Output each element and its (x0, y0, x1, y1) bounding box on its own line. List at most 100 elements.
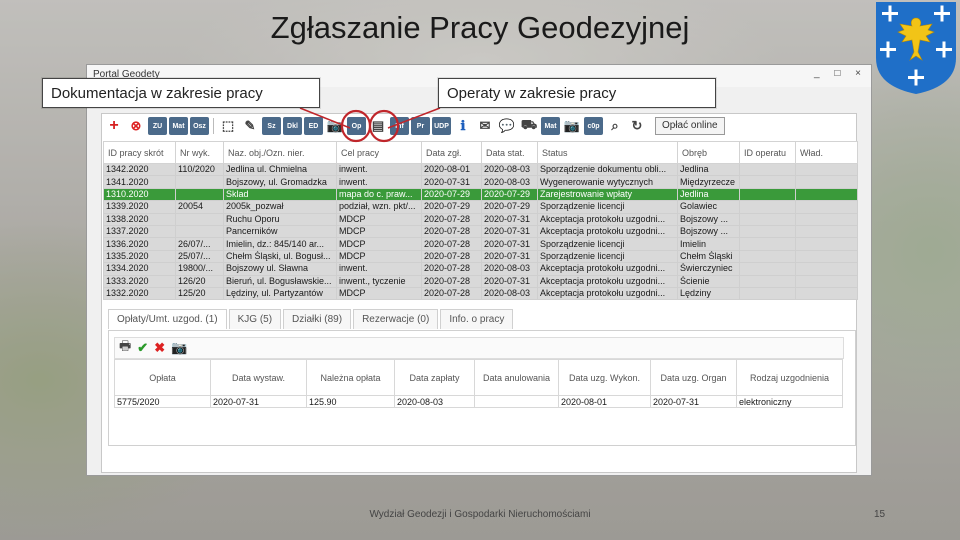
column-header[interactable]: Rodzaj uzgodnienia (736, 359, 843, 396)
table-cell: elektroniczny (736, 395, 843, 408)
sheet-icon[interactable]: ▤ (368, 116, 388, 136)
table-row[interactable]: 1341.2020 Bojszowy, ul. Gromadzka inwent. 2… (103, 175, 858, 189)
tab-parcels[interactable]: Działki (89) (283, 309, 352, 329)
table-cell: 2020-07-28 (421, 286, 482, 301)
table-cell: Bojszowy ul. Sławna (223, 262, 337, 276)
table-cell: Akceptacja protokołu uzgodni... (537, 286, 678, 301)
table-cell: MDCP (336, 224, 422, 239)
table-cell: 1310.2020 (103, 187, 176, 202)
toolbar-button-pr[interactable]: Pr (411, 117, 430, 135)
edit-selection-icon[interactable]: ✎ (240, 116, 260, 136)
column-header[interactable]: Opłata (114, 359, 211, 396)
table-cell (795, 175, 858, 189)
table-row[interactable]: 1342.2020 110/2020 Jedlina ul. Chmielna inw… (103, 162, 858, 177)
column-header[interactable]: Naz. obj./Ozn. nier. (223, 141, 337, 164)
table-cell: 2020-07-31 (481, 249, 538, 264)
column-header[interactable]: Data zgł. (421, 141, 482, 164)
info-icon[interactable]: ℹ (453, 116, 473, 136)
delete-icon[interactable]: ⊗ (126, 116, 146, 136)
pay-online-button[interactable]: Opłać online (655, 117, 725, 135)
column-header[interactable]: Data zapłaty (394, 359, 475, 396)
table-cell (795, 249, 858, 264)
table-cell: inwent. (336, 175, 422, 189)
toolbar-button-mat2[interactable]: Mat (541, 117, 560, 135)
toolbar-button-zu[interactable]: ZU (148, 117, 167, 135)
documentation-camera-icon[interactable]: 📷 (325, 116, 345, 136)
chat-icon[interactable]: 💬 (497, 116, 517, 136)
coat-of-arms-icon (876, 2, 956, 94)
table-row[interactable]: 1334.2020 19800/... Bojszowy ul. Sławna inw… (103, 262, 858, 276)
detail-tabs: Opłaty/Umt. uzgod. (1) KJG (5) Działki (… (108, 309, 515, 329)
tab-payments[interactable]: Opłaty/Umt. uzgod. (1) (108, 309, 227, 329)
binoculars-icon[interactable]: ⌕ (605, 116, 625, 136)
column-header[interactable]: Cel pracy (336, 141, 422, 164)
table-cell (795, 237, 858, 251)
table-cell: 2020-07-28 (421, 212, 482, 226)
mail-icon[interactable]: ✉ (475, 116, 495, 136)
column-header[interactable]: Wład. (795, 141, 858, 164)
slide-footer: Wydział Geodezji i Gospodarki Nieruchomo… (369, 509, 591, 520)
toolbar-button-mat[interactable]: Mat (169, 117, 188, 135)
column-header[interactable]: ID operatu (739, 141, 796, 164)
column-header[interactable]: Data wystaw. (210, 359, 307, 396)
table-cell: Akceptacja protokołu uzgodni... (537, 212, 678, 226)
toolbar-button-sz[interactable]: Sz (262, 117, 281, 135)
table-row[interactable]: 1335.2020 25/07/... Chełm Śląski, ul. Bogu… (103, 249, 858, 264)
table-cell: 1339.2020 (103, 200, 176, 214)
table-cell: 5775/2020 (114, 395, 211, 408)
print-icon[interactable]: 🖶 (119, 337, 131, 359)
table-row[interactable]: 1338.2020 Ruchu Oporu MDCP 2020-07-28 2020-0… (103, 212, 858, 226)
tab-kjg[interactable]: KJG (5) (228, 309, 282, 329)
table-cell (795, 224, 858, 239)
toolbar-button-dkl[interactable]: Dkl (283, 117, 302, 135)
check-icon[interactable]: ✔ (137, 340, 148, 356)
column-header[interactable]: Data stat. (481, 141, 538, 164)
refresh-icon[interactable]: ↻ (627, 116, 647, 136)
column-header[interactable]: Data uzg. Organ (650, 359, 737, 396)
truck-icon[interactable]: ⛟ (519, 116, 539, 136)
column-header[interactable]: Status (537, 141, 678, 164)
window-controls[interactable]: _ □ × (814, 68, 867, 79)
table-cell: Międzyrzecze (677, 175, 740, 189)
column-header[interactable]: Nr wyk. (175, 141, 224, 164)
works-table: ID pracy skrót Nr wyk. Naz. obj./Ozn. ni… (103, 141, 858, 301)
column-header[interactable]: ID pracy skrót (103, 141, 176, 164)
selection-icon[interactable]: ⬚ (218, 116, 238, 136)
table-cell: Jedlina (677, 187, 740, 202)
add-icon[interactable]: + (104, 116, 124, 136)
close-icon[interactable]: ✖ (154, 340, 165, 356)
table-cell: Wygenerowanie wytycznych (537, 175, 678, 189)
table-row[interactable]: 1332.2020 125/20 Lędziny, ul. Partyzantów M… (103, 286, 858, 301)
table-cell: 1338.2020 (103, 212, 176, 226)
table-cell (795, 274, 858, 288)
table-row[interactable]: 1336.2020 26/07/... Imielin, dz.: 845/140 … (103, 237, 858, 251)
column-header[interactable]: Obręb (677, 141, 740, 164)
table-row[interactable]: 5775/2020 2020-07-31 125.90 2020-08-03 2020-… (114, 395, 843, 408)
table-row[interactable]: 1339.2020 20054 2005k_pozwał podział, wzn. … (103, 200, 858, 214)
table-row[interactable]: 1337.2020 Pancerników MDCP 2020-07-28 2020-0… (103, 224, 858, 239)
toolbar-button-c0p[interactable]: c0p (584, 117, 603, 135)
table-cell (795, 200, 858, 214)
table-row[interactable]: 1333.2020 126/20 Bieruń, ul. Bogusławskie.… (103, 274, 858, 288)
toolbar-button-inf[interactable]: Inf (390, 117, 409, 135)
table-cell: podział, wzn. pkt/... (336, 200, 422, 214)
column-header[interactable]: Należna opłata (306, 359, 395, 396)
table-cell: 25/07/... (175, 249, 224, 264)
toolbar-button-ed[interactable]: ED (304, 117, 323, 135)
table-row[interactable]: 1310.2020 Sklad mapa do c. praw... 2020-07-… (103, 187, 858, 202)
toolbar-button-udp[interactable]: UDP (432, 117, 451, 135)
table-cell: mapa do c. praw... (336, 187, 422, 202)
toolbar-button-op[interactable]: Op (347, 117, 366, 135)
toolbar-button-osz[interactable]: Osz (190, 117, 209, 135)
camera-icon[interactable]: 📷 (171, 340, 187, 356)
column-header[interactable]: Data uzg. Wykon. (558, 359, 651, 396)
table-cell (739, 175, 796, 189)
table-cell (795, 286, 858, 301)
tab-work-info[interactable]: Info. o pracy (440, 309, 514, 329)
column-header[interactable]: Data anulowania (474, 359, 559, 396)
tab-reservations[interactable]: Rezerwacje (0) (353, 309, 439, 329)
table-cell (739, 274, 796, 288)
table-cell: Ruchu Oporu (223, 212, 337, 226)
camera-icon[interactable]: 📷 (562, 116, 582, 136)
toolbar-separator (213, 118, 214, 134)
